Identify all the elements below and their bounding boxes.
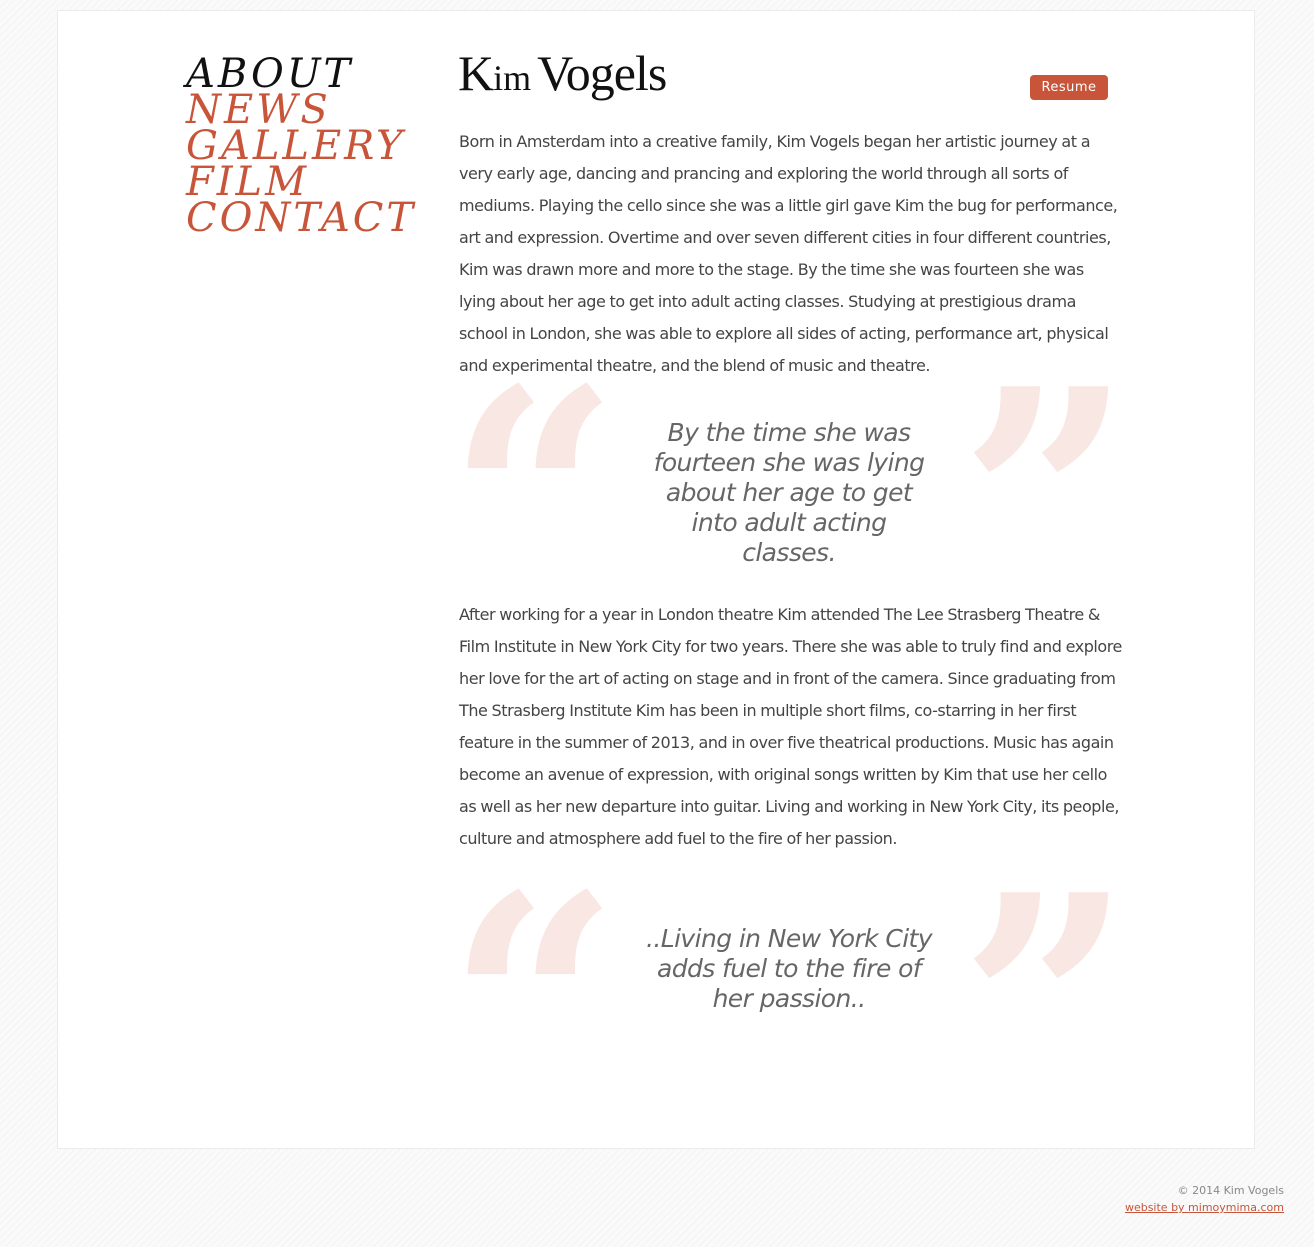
- pull-quote-1: “ ” By the time she was fourteen she was…: [447, 350, 1132, 650]
- logo-initial: K: [458, 45, 494, 101]
- resume-button[interactable]: Resume: [1030, 75, 1108, 100]
- logo-small-caps: im: [493, 58, 532, 98]
- pull-quote-2: “ ” ..Living in New York City adds fuel …: [447, 856, 1132, 1156]
- bio-paragraph-2: After working for a year in London theat…: [459, 605, 1122, 848]
- site-logo[interactable]: Kim Vogels: [458, 45, 667, 101]
- main-nav: ABOUT NEWS GALLERY FILM CONTACT: [186, 54, 416, 238]
- footer: © 2014 Kim Vogels website by mimoymima.c…: [1125, 1182, 1284, 1216]
- pull-quote-text: By the time she was fourteen she was lyi…: [653, 418, 925, 567]
- open-quote-icon: “: [447, 829, 620, 1182]
- nav-item-contact[interactable]: CONTACT: [186, 198, 416, 238]
- copyright-text: © 2014 Kim Vogels: [1177, 1184, 1284, 1197]
- logo-surname: Vogels: [537, 45, 667, 101]
- designer-credit-link[interactable]: website by mimoymima.com: [1125, 1199, 1284, 1216]
- pull-quote-text: ..Living in New York City adds fuel to t…: [646, 924, 933, 1013]
- close-quote-icon: ”: [959, 829, 1132, 1182]
